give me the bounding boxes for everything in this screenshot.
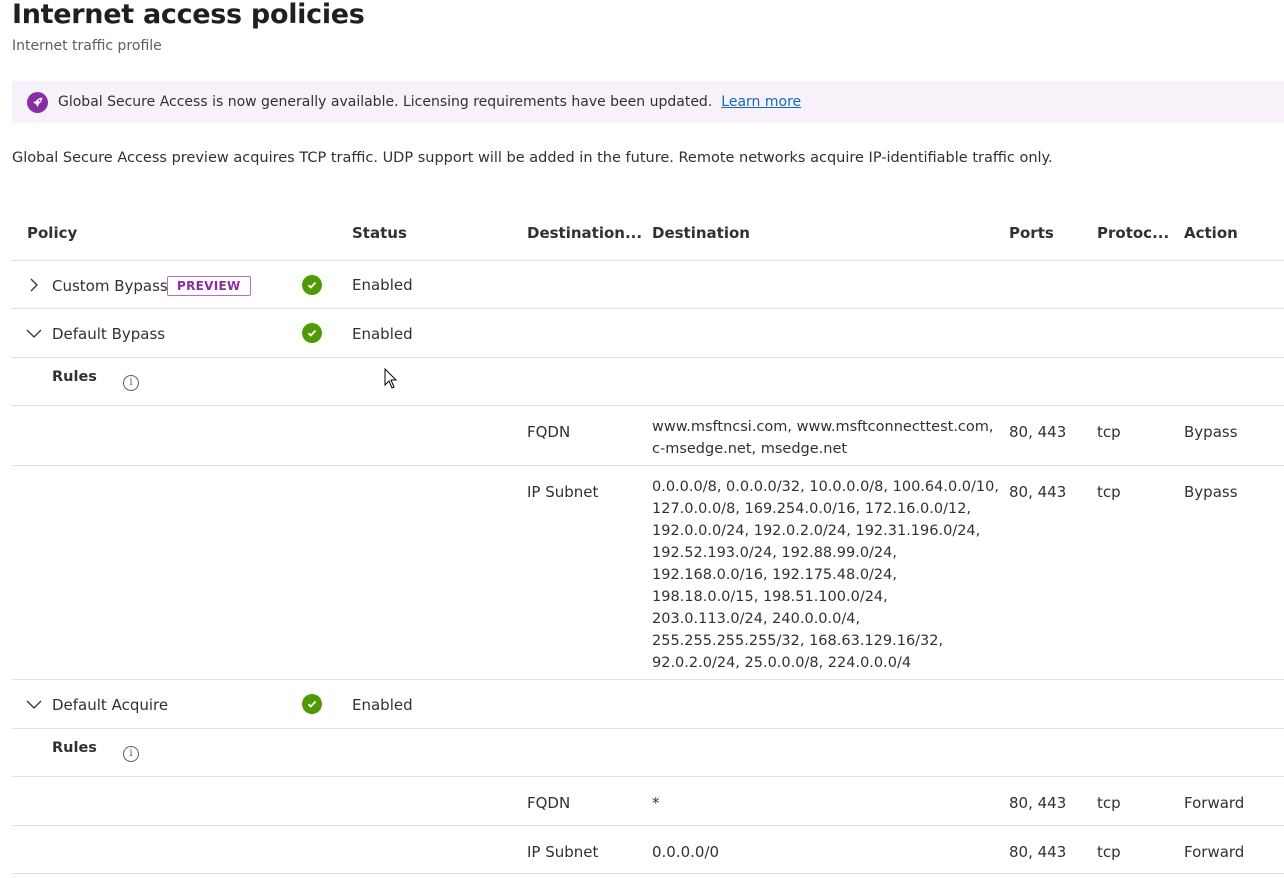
header-policy[interactable]: Policy — [27, 224, 77, 242]
status-text: Enabled — [352, 696, 413, 714]
page-title: Internet access policies — [12, 0, 365, 30]
divider — [12, 308, 1284, 309]
divider — [12, 405, 1284, 406]
rule-protocol: tcp — [1097, 423, 1121, 441]
header-destination[interactable]: Destination — [652, 224, 750, 242]
header-action[interactable]: Action — [1184, 224, 1238, 242]
preview-badge: PREVIEW — [167, 276, 251, 296]
policy-name-custom-bypass[interactable]: Custom Bypass — [52, 277, 168, 295]
rule-ports: 80, 443 — [1009, 794, 1067, 812]
info-icon[interactable]: i — [123, 375, 139, 391]
rule-type: IP Subnet — [527, 483, 599, 501]
divider — [12, 679, 1284, 680]
divider — [12, 728, 1284, 729]
status-text: Enabled — [352, 276, 413, 294]
policy-name-default-acquire[interactable]: Default Acquire — [52, 696, 168, 714]
rule-ports: 80, 443 — [1009, 423, 1067, 441]
rule-protocol: tcp — [1097, 843, 1121, 861]
info-banner: Global Secure Access is now generally av… — [12, 81, 1284, 123]
page-subtitle: Internet traffic profile — [12, 38, 162, 54]
rule-type: IP Subnet — [527, 843, 599, 861]
mouse-cursor-icon — [384, 367, 398, 393]
rule-action: Forward — [1184, 843, 1245, 861]
chevron-down-icon[interactable] — [26, 326, 46, 346]
chevron-right-icon[interactable] — [26, 277, 46, 297]
rule-action: Forward — [1184, 794, 1245, 812]
divider — [12, 873, 1284, 874]
header-destination-type[interactable]: Destination... — [527, 224, 642, 242]
rule-type: FQDN — [527, 794, 571, 812]
rule-protocol: tcp — [1097, 483, 1121, 501]
divider — [12, 260, 1284, 261]
rule-action: Bypass — [1184, 483, 1238, 501]
rule-destination: * — [652, 794, 660, 812]
status-text: Enabled — [352, 325, 413, 343]
banner-message: Global Secure Access is now generally av… — [58, 94, 713, 110]
header-status[interactable]: Status — [352, 224, 407, 242]
rule-ports: 80, 443 — [1009, 843, 1067, 861]
divider — [12, 825, 1284, 826]
rocket-icon — [27, 91, 48, 113]
learn-more-link[interactable]: Learn more — [721, 94, 801, 110]
header-ports[interactable]: Ports — [1009, 224, 1054, 242]
info-icon[interactable]: i — [123, 746, 139, 762]
policy-name-default-bypass[interactable]: Default Bypass — [52, 325, 165, 343]
rule-destination: 0.0.0.0/8, 0.0.0.0/32, 10.0.0.0/8, 100.6… — [652, 479, 999, 671]
check-circle-icon — [302, 275, 322, 295]
divider — [12, 357, 1284, 358]
rule-action: Bypass — [1184, 423, 1238, 441]
divider — [12, 776, 1284, 777]
chevron-down-icon[interactable] — [26, 697, 46, 717]
rule-ports: 80, 443 — [1009, 483, 1067, 501]
divider — [12, 465, 1284, 466]
rule-destination: 0.0.0.0/0 — [652, 843, 720, 861]
check-circle-icon — [302, 694, 322, 714]
rules-label: Rules — [52, 369, 97, 385]
rules-label: Rules — [52, 740, 97, 756]
traffic-info-text: Global Secure Access preview acquires TC… — [12, 150, 1053, 166]
rule-type: FQDN — [527, 423, 571, 441]
header-protocol[interactable]: Protoc... — [1097, 224, 1169, 242]
rule-protocol: tcp — [1097, 794, 1121, 812]
rule-destination: www.msftncsi.com, www.msftconnecttest.co… — [652, 419, 994, 457]
check-circle-icon — [302, 323, 322, 343]
